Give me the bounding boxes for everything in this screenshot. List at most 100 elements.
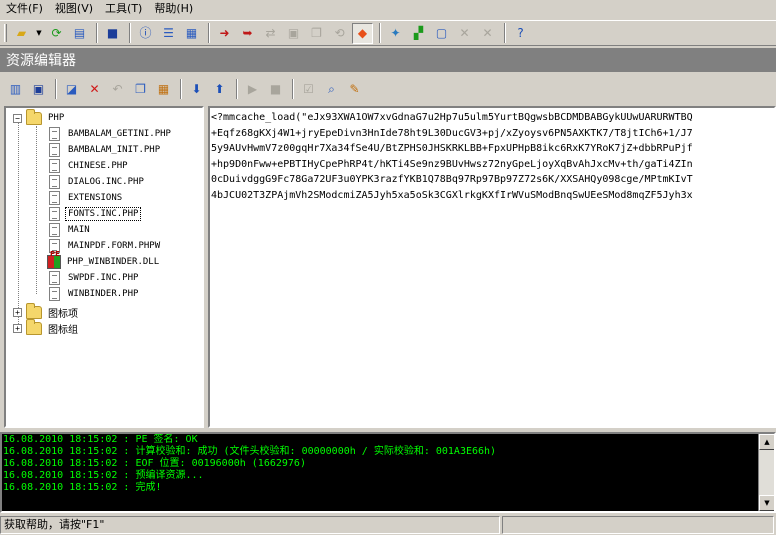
tree-node-label: 图标项 <box>48 308 78 320</box>
tree-node-file[interactable]: DIALOG.INC.PHP <box>49 174 146 190</box>
copy-resource-button[interactable]: ❐ <box>306 23 327 44</box>
plugin-icon: ✕ <box>459 26 470 40</box>
compare-button[interactable]: ⇄ <box>260 23 281 44</box>
menu-file[interactable]: 文件(F) <box>0 0 49 17</box>
tree-node-file[interactable]: MAIN <box>49 222 92 238</box>
delete-resource-button[interactable]: ✕ <box>84 79 105 100</box>
tree-node-file[interactable]: BAMBALAM_GETINI.PHP <box>49 126 173 142</box>
rebuild-button[interactable]: ⟲ <box>329 23 350 44</box>
save-resource-button[interactable]: ▣ <box>28 79 49 100</box>
copy-button[interactable]: ❐ <box>130 79 151 100</box>
help-button[interactable]: ? <box>510 23 531 44</box>
move-up-button[interactable]: ⬆ <box>209 79 230 100</box>
scroll-down-button[interactable]: ▼ <box>759 495 774 511</box>
toolbar-grip[interactable] <box>4 24 7 42</box>
export-button[interactable]: ➥ <box>237 23 258 44</box>
resource-content-editor[interactable]: <?mmcache_load("eJx93XWA1OW7xvGdnaG7u2Hp… <box>208 106 776 428</box>
scrollbar-track[interactable] <box>759 450 774 495</box>
resource-button[interactable]: ▣ <box>283 23 304 44</box>
code-line: +Eqfz68gKXj4W1+jryEpeDivn3HnIde78ht9L30D… <box>211 127 693 139</box>
tree-guide-line <box>36 126 37 294</box>
menu-help[interactable]: 帮助(H) <box>148 0 199 17</box>
tree-node-file[interactable]: CHINESE.PHP <box>49 158 130 174</box>
open-resource-button[interactable]: ▥ <box>5 79 26 100</box>
section-list-button[interactable]: ☰ <box>158 23 179 44</box>
info-button[interactable]: ⓘ <box>135 23 156 44</box>
copy-icon: ❐ <box>135 82 146 96</box>
tree-node-icon-groups[interactable]: + 图标组 <box>13 318 80 336</box>
toolbar-separator <box>208 23 210 43</box>
tree-node-file[interactable]: BAMBALAM_INIT.PHP <box>49 142 162 158</box>
dependencies-button[interactable]: ▞ <box>408 23 429 44</box>
log-scrollbar[interactable]: ▲ ▼ <box>758 434 774 511</box>
tree-node-file[interactable]: EXTENSIONS <box>49 190 124 206</box>
tree-node-label: WINBINDER.PHP <box>68 289 139 299</box>
table-view-button[interactable]: ▦ <box>181 23 202 44</box>
undo-button[interactable]: ↶ <box>107 79 128 100</box>
window-search-icon: ▢ <box>435 26 448 40</box>
log-line: 16.08.2010 18:15:02 : PE 签名: OK <box>3 434 198 445</box>
tree-node-file[interactable]: PHP_WINBINDER.DLL <box>47 250 161 270</box>
tree-node-label: PHP <box>48 113 65 123</box>
toolbar-separator <box>236 79 238 99</box>
open-file-button[interactable]: ▰ <box>11 23 32 44</box>
expand-toggle[interactable]: + <box>13 323 22 333</box>
add-resource-button[interactable]: ◪ <box>61 79 82 100</box>
stop-icon: ■ <box>269 82 282 96</box>
stop-button[interactable]: ■ <box>265 79 286 100</box>
file-icon <box>49 191 60 205</box>
import-button[interactable]: ➜ <box>214 23 235 44</box>
resource-tree[interactable]: − PHP BAMBALAM_GETINI.PHP BAMBALAM_INIT.… <box>4 106 204 428</box>
save-resource-icon: ▣ <box>32 82 45 96</box>
check-button[interactable]: ☑ <box>298 79 319 100</box>
tree-node-php[interactable]: − PHP <box>13 108 66 126</box>
open-folder-icon: ▰ <box>16 26 27 40</box>
tree-node-label: 图标组 <box>48 324 78 336</box>
triangle-up-icon: ▲ <box>764 438 770 446</box>
properties-button[interactable]: ▦ <box>153 79 174 100</box>
export-arrow-icon: ➥ <box>242 26 253 40</box>
save-button[interactable]: ■ <box>102 23 123 44</box>
toolbar-separator <box>180 79 182 99</box>
code-line: <?mmcache_load("eJx93XWA1OW7xvGdnaG7u2Hp… <box>211 112 693 123</box>
refresh-icon: ⟳ <box>51 26 62 40</box>
tree-node-label: CHINESE.PHP <box>68 161 128 171</box>
main-toolbar: ▰ ▼ ⟳ ▤ ■ ⓘ ☰ ▦ ➜ ➥ ⇄ ▣ ❐ ⟲ ◆ ✦ ▞ ▢ ✕ ✕ … <box>0 20 776 46</box>
find-button[interactable]: ⌕ <box>321 79 342 100</box>
tree-node-label: SWPDF.INC.PHP <box>68 273 139 283</box>
tree-icon: ▞ <box>413 26 424 40</box>
tree-node-file-selected[interactable]: FONTS.INC.PHP <box>49 206 142 222</box>
play-button[interactable]: ▶ <box>242 79 263 100</box>
tree-node-file[interactable]: WINBINDER.PHP <box>49 286 140 302</box>
list-icon: ☰ <box>163 26 174 40</box>
menu-tools[interactable]: 工具(T) <box>99 0 148 17</box>
document-refresh-icon: ▤ <box>73 26 86 40</box>
edit-button[interactable]: ✎ <box>344 79 365 100</box>
scroll-up-button[interactable]: ▲ <box>759 434 774 450</box>
help-icon: ? <box>517 26 524 40</box>
open-dropdown-button[interactable]: ▼ <box>34 23 44 44</box>
tree-node-icon-items[interactable]: + 图标项 <box>13 302 80 320</box>
reload-button[interactable]: ⟳ <box>46 23 67 44</box>
plugin-button[interactable]: ✕ <box>454 23 475 44</box>
table-icon: ▦ <box>185 26 198 40</box>
open-recent-button[interactable]: ▤ <box>69 23 90 44</box>
move-down-button[interactable]: ⬇ <box>186 79 207 100</box>
tree-node-file[interactable]: SWPDF.INC.PHP <box>49 270 140 286</box>
tree-node-file[interactable]: MAINPDF.FORM.PHPW <box>49 238 162 254</box>
folder-icon <box>26 318 42 335</box>
plugin2-button[interactable]: ✕ <box>477 23 498 44</box>
chevron-down-icon: ▼ <box>36 28 42 37</box>
network-button[interactable]: ✦ <box>385 23 406 44</box>
play-icon: ▶ <box>247 82 258 96</box>
process-button[interactable]: ▢ <box>431 23 452 44</box>
properties-icon: ▦ <box>157 82 170 96</box>
code-line: 0cDuivdggG9Fc78Ga72UF3u0YPK3razfYKB1Q78B… <box>211 174 693 185</box>
log-line: 16.08.2010 18:15:02 : 预编译资源... <box>3 470 204 481</box>
file-icon <box>49 287 60 301</box>
expand-toggle[interactable]: + <box>13 307 22 317</box>
file-icon <box>49 223 60 237</box>
resource-editor-button[interactable]: ◆ <box>352 22 373 44</box>
collapse-toggle[interactable]: − <box>13 113 22 123</box>
menu-view[interactable]: 视图(V) <box>49 0 99 17</box>
